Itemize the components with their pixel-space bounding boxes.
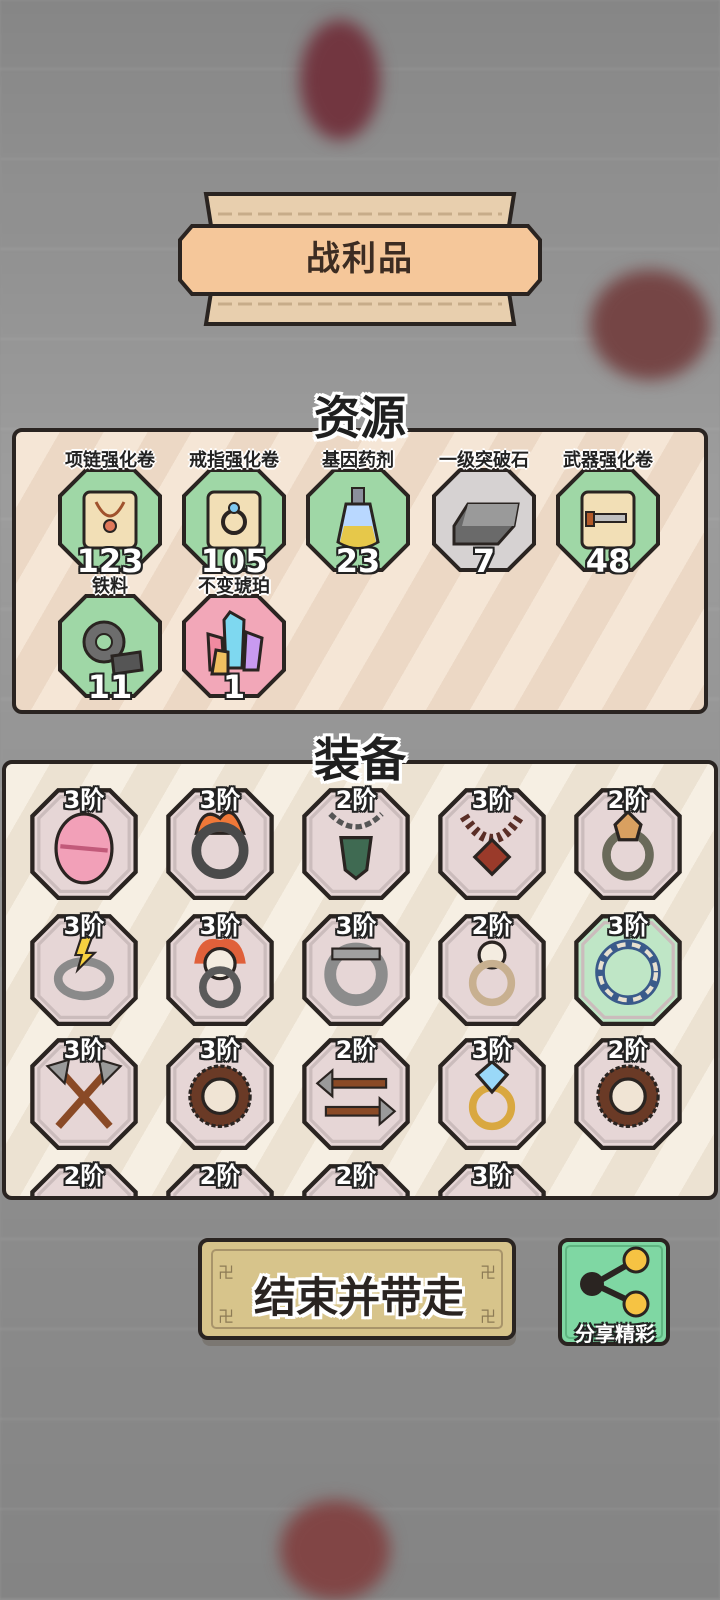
equipment-item[interactable]: 3阶 [164,1036,276,1150]
equipment-tier: 2阶 [63,1162,105,1190]
loot-title-banner: 战利品 [178,192,542,326]
resource-item[interactable]: 武器强化卷 48 [552,446,664,580]
equipment-tier: 3阶 [607,912,649,940]
equipment-item[interactable]: 2阶 [164,1162,276,1196]
equipment-tier: 3阶 [63,912,105,940]
resource-item[interactable]: 一级突破石 7 [428,446,540,580]
equipment-item[interactable]: 2阶 [300,1162,412,1196]
resource-label: 不变琥珀 [198,576,270,597]
resource-label: 戒指强化卷 [189,450,279,471]
resource-label: 一级突破石 [439,450,529,471]
equipment-tier: 3阶 [199,912,241,940]
equipment-item[interactable]: 3阶 [164,786,276,900]
resource-count: 1 [222,668,246,706]
equipment-item[interactable]: 3阶 [436,786,548,900]
equipment-item[interactable]: 3阶 [572,912,684,1026]
share-label: 分享精彩 [575,1322,655,1346]
end-and-take-label: 结束并带走 [253,1273,464,1322]
equipment-item[interactable]: 2阶 [300,786,412,900]
resource-item[interactable]: 基因药剂 23 [302,446,414,580]
resource-label: 基因药剂 [322,450,394,471]
equipment-item[interactable]: 3阶 [28,786,140,900]
resource-count: 23 [335,542,381,580]
equipment-item[interactable]: 2阶 [572,1036,684,1150]
resource-item[interactable]: 铁料 11 [54,572,166,706]
resource-label: 铁料 [92,576,128,597]
resources-title: 资源 [314,391,406,445]
equipment-item[interactable]: 3阶 [436,1036,548,1150]
end-and-take-button[interactable]: 卍 卍 卍 卍 结束并带走 [198,1238,520,1350]
equipment-panel[interactable]: 3阶 3阶 2阶 3阶 2阶 3阶 3阶 3阶 2阶 3阶 3阶 3阶 2阶 3阶 2阶 2阶 2阶 2阶 3阶 [2,760,718,1200]
resources-panel: 项链强化卷 123 戒指强化卷 105 基因药剂 23 一级突破石 7 武器强化卷 48 铁料 11 不… [12,428,708,714]
equipment-item[interactable]: 2阶 [572,786,684,900]
equipment-tier: 3阶 [471,1162,513,1190]
equipment-item[interactable]: 3阶 [28,912,140,1026]
equipment-item[interactable]: 2阶 [28,1162,140,1196]
equipment-tier: 3阶 [199,1036,241,1064]
resource-label: 武器强化卷 [563,450,653,471]
equipment-item[interactable]: 3阶 [28,1036,140,1150]
equipment-tier: 3阶 [471,1036,513,1064]
share-button[interactable]: 分享精彩 [558,1238,672,1350]
equipment-tier: 2阶 [335,1162,377,1190]
resource-count: 7 [472,542,496,580]
equipment-title: 装备 [314,733,406,787]
resource-count: 48 [585,542,631,580]
banner-title: 战利品 [306,239,414,279]
resource-item[interactable]: 项链强化卷 123 [54,446,166,580]
equipment-tier: 2阶 [471,912,513,940]
resource-item[interactable]: 不变琥珀 1 [178,572,290,706]
equipment-tier: 2阶 [335,1036,377,1064]
resource-count: 11 [87,668,133,706]
equipment-tier: 2阶 [607,1036,649,1064]
equipment-item[interactable]: 3阶 [164,912,276,1026]
equipment-item[interactable]: 3阶 [300,912,412,1026]
equipment-item[interactable]: 2阶 [436,912,548,1026]
equipment-item[interactable]: 3阶 [436,1162,548,1196]
resource-item[interactable]: 戒指强化卷 105 [178,446,290,580]
equipment-tier: 3阶 [335,912,377,940]
resource-label: 项链强化卷 [65,450,155,471]
equipment-tier: 3阶 [63,1036,105,1064]
equipment-tier: 2阶 [199,1162,241,1190]
equipment-item[interactable]: 2阶 [300,1036,412,1150]
